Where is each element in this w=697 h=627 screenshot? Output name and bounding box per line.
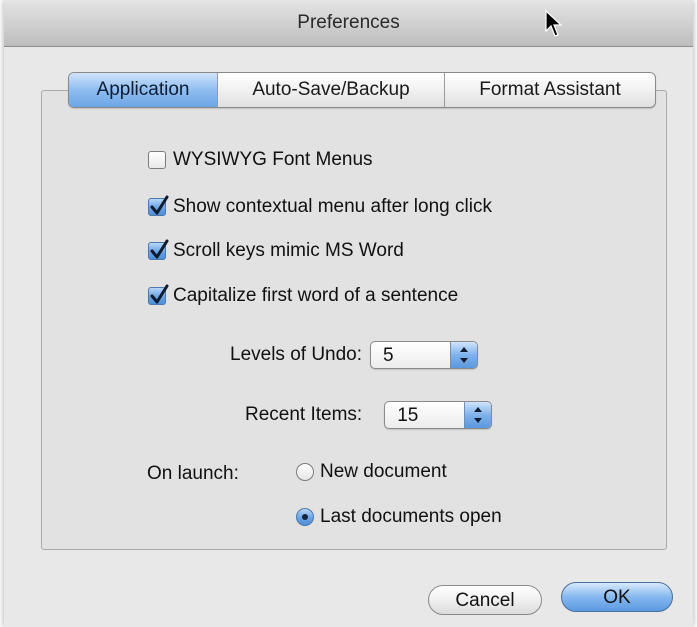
recent-items-select[interactable]: 15 — [384, 401, 493, 429]
option-label: Scroll keys mimic MS Word — [173, 240, 404, 261]
last-documents-radio[interactable] — [296, 508, 314, 526]
option-capitalize[interactable]: Capitalize first word of a sentence — [148, 283, 458, 309]
option-contextual-menu[interactable]: Show contextual menu after long click — [148, 194, 492, 220]
tab-format-assistant[interactable]: Format Assistant — [445, 73, 655, 107]
title-bar[interactable]: Preferences — [4, 0, 693, 47]
up-down-arrows-icon — [464, 402, 492, 428]
up-down-arrows-icon — [450, 342, 478, 368]
option-wysiwyg-font-menus[interactable]: WYSIWYG Font Menus — [148, 147, 373, 173]
scroll-keys-checkbox[interactable] — [148, 239, 169, 260]
tab-auto-save-backup[interactable]: Auto-Save/Backup — [218, 73, 445, 107]
ok-button[interactable]: OK — [561, 582, 673, 612]
option-label: Show contextual menu after long click — [173, 196, 492, 217]
radio-new-document[interactable]: New document — [296, 461, 447, 483]
recent-value: 15 — [397, 405, 419, 426]
contextual-menu-checkbox[interactable] — [148, 195, 169, 216]
radio-label: Last documents open — [320, 506, 502, 527]
tab-application[interactable]: Application — [69, 73, 218, 107]
option-label: Capitalize first word of a sentence — [173, 285, 459, 306]
checkmark-icon — [150, 284, 169, 304]
undo-value: 5 — [383, 345, 394, 366]
checkmark-icon — [150, 195, 169, 215]
recent-row: Recent Items: 15 — [245, 401, 493, 429]
radio-last-documents[interactable]: Last documents open — [296, 506, 502, 528]
recent-label: Recent Items: — [245, 404, 363, 425]
option-scroll-keys[interactable]: Scroll keys mimic MS Word — [148, 238, 404, 264]
checkmark-icon — [150, 239, 169, 259]
wysiwyg-checkbox[interactable] — [148, 151, 166, 169]
preferences-window: Preferences Application Auto-Save/Backup… — [4, 0, 693, 627]
arrow-cursor-icon — [545, 10, 563, 37]
cancel-button[interactable]: Cancel — [428, 585, 542, 615]
option-label: WYSIWYG Font Menus — [173, 149, 373, 170]
new-document-radio[interactable] — [296, 463, 314, 481]
tab-bar: Application Auto-Save/Backup Format Assi… — [68, 72, 656, 108]
radio-label: New document — [320, 461, 447, 482]
undo-row: Levels of Undo: 5 — [230, 341, 479, 369]
undo-select[interactable]: 5 — [370, 341, 479, 369]
capitalize-checkbox[interactable] — [148, 284, 169, 305]
on-launch-label: On launch: — [147, 463, 239, 484]
window-title: Preferences — [297, 12, 400, 33]
undo-label: Levels of Undo: — [230, 344, 363, 365]
